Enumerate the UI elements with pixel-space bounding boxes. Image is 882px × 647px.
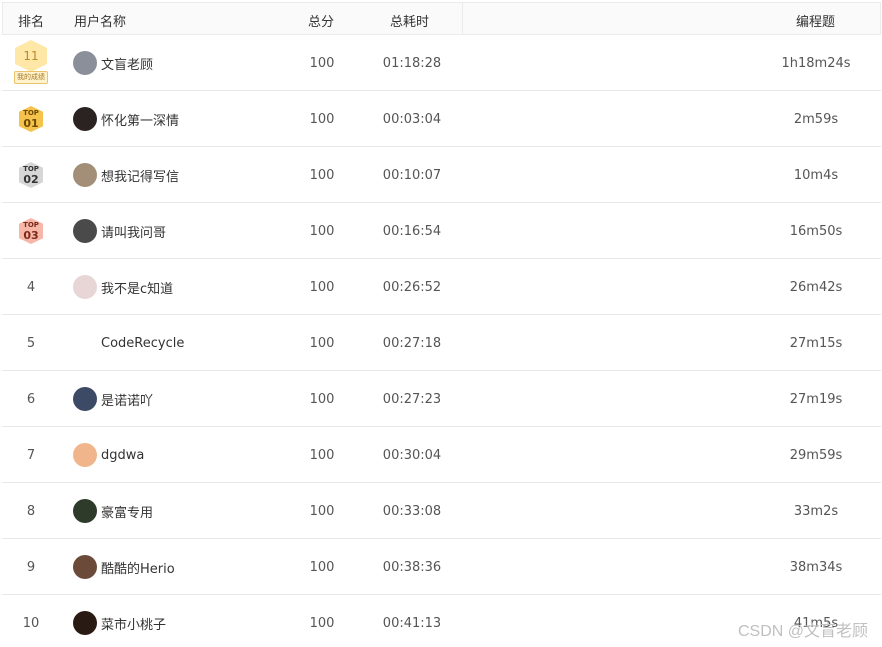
prog-time-value: 26m42s bbox=[789, 279, 843, 295]
avatar[interactable] bbox=[73, 387, 97, 411]
prog-time-value: 27m15s bbox=[789, 335, 843, 351]
rank-number: 6 bbox=[26, 391, 36, 407]
table-row: 8 豪富专用 100 00:33:08 33m2s bbox=[2, 483, 881, 539]
table-row: 7 dgdwa 100 00:30:04 29m59s bbox=[2, 427, 881, 483]
avatar[interactable] bbox=[73, 219, 97, 243]
top-rank-badge-icon: TOP 02 bbox=[19, 162, 43, 188]
score-value: 100 bbox=[309, 335, 335, 351]
header-score: 总分 bbox=[308, 15, 335, 30]
table-row: TOP 03 请叫我问哥 100 00:16:54 16m50s bbox=[2, 203, 881, 259]
total-time-value: 00:16:54 bbox=[382, 223, 442, 239]
avatar[interactable] bbox=[73, 51, 97, 75]
avatar[interactable] bbox=[73, 275, 97, 299]
badge-rank-number: 01 bbox=[23, 116, 39, 130]
top-rank-badge-icon: TOP 01 bbox=[19, 106, 43, 132]
prog-time-value: 27m19s bbox=[789, 391, 843, 407]
total-time-value: 00:38:36 bbox=[382, 559, 442, 575]
rank-number: 9 bbox=[26, 559, 36, 575]
avatar[interactable] bbox=[73, 555, 97, 579]
my-rank-number: 11 bbox=[15, 40, 47, 72]
rank-number: 7 bbox=[26, 447, 36, 463]
username-link[interactable]: 怀化第一深情 bbox=[101, 110, 179, 129]
badge-top-label: TOP bbox=[23, 108, 39, 117]
prog-time-value: 38m34s bbox=[789, 559, 843, 575]
prog-time-value: 1h18m24s bbox=[781, 55, 851, 71]
header-rank: 排名 bbox=[18, 15, 45, 30]
score-value: 100 bbox=[309, 55, 335, 71]
total-time-value: 00:26:52 bbox=[382, 279, 442, 295]
my-rank-label: 我的成绩 bbox=[14, 71, 48, 84]
header-user: 用户名称 bbox=[74, 15, 127, 30]
score-value: 100 bbox=[309, 111, 335, 127]
total-time-value: 00:27:18 bbox=[382, 335, 442, 351]
total-time-value: 00:33:08 bbox=[382, 503, 442, 519]
prog-time-value: 33m2s bbox=[793, 503, 839, 519]
csdn-watermark: CSDN @文盲老顾 bbox=[737, 623, 868, 640]
my-rank-badge: 11 我的成绩 bbox=[12, 40, 50, 86]
table-row: TOP 01 怀化第一深情 100 00:03:04 2m59s bbox=[2, 91, 881, 147]
table-row: 4 我不是c知道 100 00:26:52 26m42s bbox=[2, 259, 881, 315]
total-time-value: 00:41:13 bbox=[382, 615, 442, 631]
table-header: 排名 用户名称 总分 总耗时 编程题 bbox=[2, 2, 881, 35]
score-value: 100 bbox=[309, 503, 335, 519]
username-link[interactable]: CodeRecycle bbox=[101, 336, 184, 351]
rank-number: 4 bbox=[26, 279, 36, 295]
column-divider bbox=[462, 3, 463, 34]
rank-number: 8 bbox=[26, 503, 36, 519]
username-link[interactable]: 菜市小桃子 bbox=[101, 614, 166, 633]
avatar[interactable] bbox=[73, 443, 97, 467]
table-row: 9 酷酷的Herio 100 00:38:36 38m34s bbox=[2, 539, 881, 595]
username-link[interactable]: 是诺诺吖 bbox=[101, 390, 153, 409]
prog-time-value: 16m50s bbox=[789, 223, 843, 239]
score-value: 100 bbox=[309, 559, 335, 575]
total-time-value: 00:10:07 bbox=[382, 167, 442, 183]
table-row: TOP 02 想我记得写信 100 00:10:07 10m4s bbox=[2, 147, 881, 203]
avatar[interactable] bbox=[73, 331, 97, 355]
table-row: 6 是诺诺吖 100 00:27:23 27m19s bbox=[2, 371, 881, 427]
badge-top-label: TOP bbox=[23, 220, 39, 229]
avatar[interactable] bbox=[73, 163, 97, 187]
score-value: 100 bbox=[309, 447, 335, 463]
rank-number: 5 bbox=[26, 335, 36, 351]
prog-time-value: 29m59s bbox=[789, 447, 843, 463]
table-row: 5 CodeRecycle 100 00:27:18 27m15s bbox=[2, 315, 881, 371]
total-time-value: 00:30:04 bbox=[382, 447, 442, 463]
total-time-value: 00:27:23 bbox=[382, 391, 442, 407]
avatar[interactable] bbox=[73, 611, 97, 635]
badge-rank-number: 03 bbox=[23, 228, 39, 242]
leaderboard-table: 排名 用户名称 总分 总耗时 编程题 11 我的成绩 文盲老顾 100 01:1… bbox=[2, 2, 881, 647]
prog-time-value: 2m59s bbox=[793, 111, 839, 127]
username-link[interactable]: 想我记得写信 bbox=[101, 166, 179, 185]
username-link[interactable]: 文盲老顾 bbox=[101, 54, 153, 73]
avatar[interactable] bbox=[73, 499, 97, 523]
score-value: 100 bbox=[309, 279, 335, 295]
username-link[interactable]: 我不是c知道 bbox=[101, 278, 173, 297]
total-time-value: 00:03:04 bbox=[382, 111, 442, 127]
score-value: 100 bbox=[309, 391, 335, 407]
my-rank-row: 11 我的成绩 文盲老顾 100 01:18:28 1h18m24s bbox=[2, 35, 881, 91]
score-value: 100 bbox=[309, 223, 335, 239]
prog-time-value: 10m4s bbox=[793, 167, 839, 183]
total-time-value: 01:18:28 bbox=[382, 55, 442, 71]
avatar[interactable] bbox=[73, 107, 97, 131]
username-link[interactable]: 请叫我问哥 bbox=[101, 222, 166, 241]
rank-number: 10 bbox=[22, 615, 40, 631]
username-link[interactable]: 豪富专用 bbox=[101, 502, 153, 521]
badge-rank-number: 02 bbox=[23, 172, 39, 186]
score-value: 100 bbox=[309, 167, 335, 183]
badge-top-label: TOP bbox=[23, 164, 39, 173]
username-link[interactable]: 酷酷的Herio bbox=[101, 558, 175, 577]
username-link[interactable]: dgdwa bbox=[101, 448, 144, 463]
header-total-time: 总耗时 bbox=[390, 15, 430, 30]
header-prog-time: 编程题 bbox=[796, 15, 836, 30]
top-rank-badge-icon: TOP 03 bbox=[19, 218, 43, 244]
score-value: 100 bbox=[309, 615, 335, 631]
